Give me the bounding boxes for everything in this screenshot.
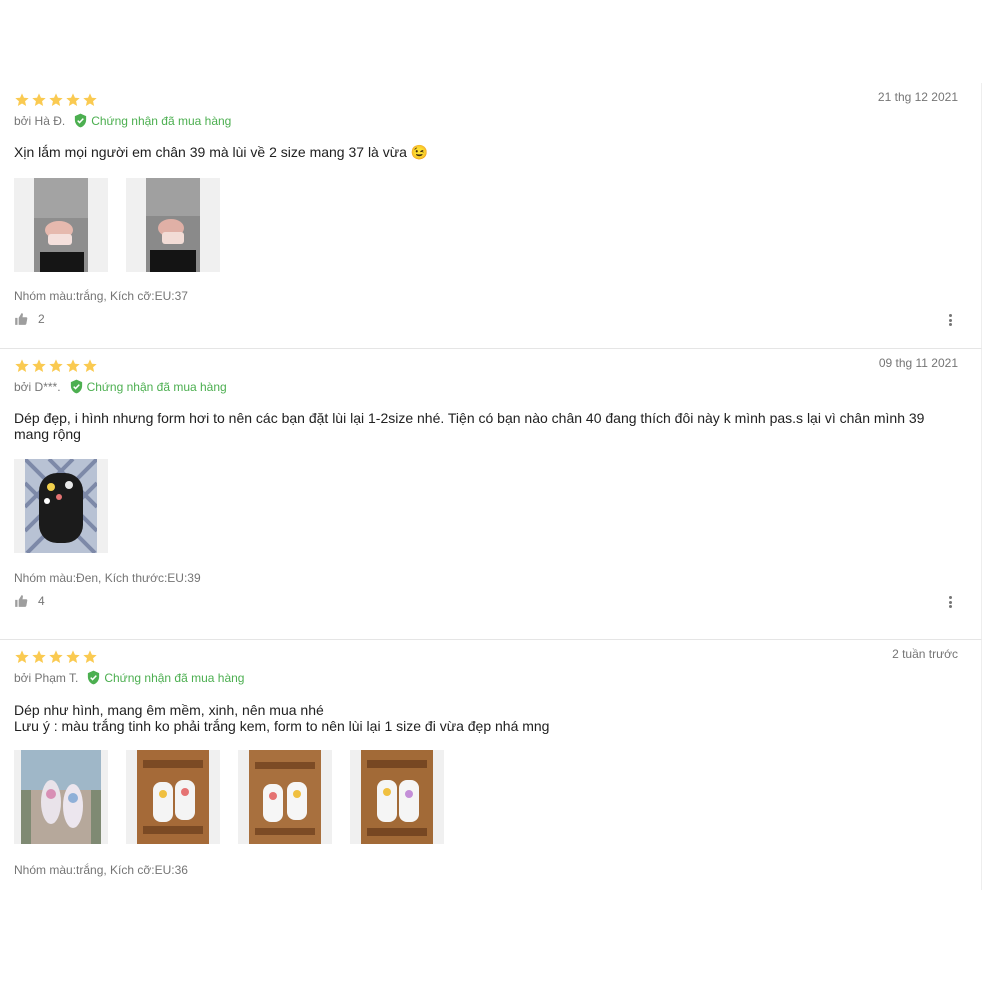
review-content: Dép đẹp, i hình nhưng form hơi to nên cá… — [14, 410, 925, 442]
star-icon — [65, 92, 81, 108]
review-photos — [14, 178, 220, 272]
review-content-line: Lưu ý : màu trắng tinh ko phải trắng kem… — [14, 718, 550, 734]
sku-info: Nhóm màu:Đen, Kích thước:EU:39 — [14, 571, 201, 585]
verified-badge: Chứng nhận đã mua hàng — [69, 379, 227, 394]
thumbs-up-icon — [15, 313, 28, 325]
verified-label: Chứng nhận đã mua hàng — [104, 670, 245, 685]
star-icon — [82, 358, 98, 374]
photo-pink-sandal-1 — [34, 178, 88, 272]
verified-shield-icon — [75, 113, 87, 128]
rating-stars — [14, 92, 98, 108]
star-icon — [65, 358, 81, 374]
review-date: 09 thg 11 2021 — [878, 356, 958, 370]
review-item: 2 tuần trước bởi Phạm T. Chứng nhận đã m… — [0, 640, 982, 890]
verified-badge: Chứng nhận đã mua hàng — [73, 113, 231, 128]
like-button[interactable]: 4 — [14, 594, 45, 608]
review-date: 2 tuần trước — [892, 647, 958, 661]
review-content: Dép như hình, mang êm mềm, xinh, nên mua… — [14, 702, 931, 734]
star-icon — [82, 649, 98, 665]
star-icon — [82, 92, 98, 108]
author-row: bởi Phạm T. Chứng nhận đã mua hàng — [14, 670, 244, 685]
review-photo[interactable] — [14, 750, 108, 844]
more-options-icon[interactable] — [945, 594, 955, 610]
star-icon — [14, 649, 30, 665]
author-row: bởi Hà Đ. Chứng nhận đã mua hàng — [14, 113, 231, 128]
review-photo[interactable] — [14, 459, 108, 553]
review-photo[interactable] — [238, 750, 332, 844]
star-icon — [48, 92, 64, 108]
review-date: 21 thg 12 2021 — [877, 90, 958, 104]
sku-info: Nhóm màu:trắng, Kích cỡ:EU:37 — [14, 289, 188, 303]
star-icon — [14, 358, 30, 374]
like-count: 2 — [38, 312, 45, 326]
review-list: 21 thg 12 2021 bởi Hà Đ. Chứng nhận đã m… — [0, 83, 982, 890]
verified-label: Chứng nhận đã mua hàng — [91, 113, 232, 128]
verified-shield-icon — [70, 379, 82, 394]
like-count: 4 — [38, 594, 45, 608]
review-content: Xịn lắm mọi người em chân 39 mà lùi về 2… — [14, 144, 429, 160]
verified-badge: Chứng nhận đã mua hàng — [86, 670, 244, 685]
star-icon — [31, 649, 47, 665]
sku-info: Nhóm màu:trắng, Kích cỡ:EU:36 — [14, 863, 188, 877]
verified-label: Chứng nhận đã mua hàng — [86, 379, 227, 394]
more-options-icon[interactable] — [945, 312, 955, 328]
review-photo[interactable] — [126, 750, 220, 844]
author-name: bởi Hà Đ. — [14, 113, 66, 128]
thumbs-up-icon — [15, 595, 28, 607]
photo-white-sandal-chair-1 — [137, 750, 209, 844]
star-icon — [31, 358, 47, 374]
photo-pink-sandal-2 — [146, 178, 200, 272]
photo-white-sandal-chair-2 — [249, 750, 321, 844]
like-button[interactable]: 2 — [14, 312, 45, 326]
review-photo[interactable] — [126, 178, 220, 272]
review-item: 21 thg 12 2021 bởi Hà Đ. Chứng nhận đã m… — [0, 83, 982, 349]
review-photo[interactable] — [14, 178, 108, 272]
review-content-line: Dép như hình, mang êm mềm, xinh, nên mua… — [14, 702, 324, 718]
star-icon — [14, 92, 30, 108]
review-item: 09 thg 11 2021 bởi D***. Chứng nhận đã m… — [0, 349, 982, 640]
author-name: bởi D***. — [14, 379, 61, 394]
photo-white-sandal-worn — [21, 750, 101, 844]
review-photo[interactable] — [350, 750, 444, 844]
star-icon — [48, 649, 64, 665]
photo-black-sandal — [25, 459, 97, 553]
rating-stars — [14, 358, 98, 374]
review-photos — [14, 459, 108, 553]
photo-white-sandal-chair-3 — [361, 750, 433, 844]
star-icon — [48, 358, 64, 374]
review-photos — [14, 750, 444, 844]
verified-shield-icon — [88, 670, 100, 685]
star-icon — [65, 649, 81, 665]
star-icon — [31, 92, 47, 108]
rating-stars — [14, 649, 98, 665]
author-name: bởi Phạm T. — [14, 670, 79, 685]
author-row: bởi D***. Chứng nhận đã mua hàng — [14, 379, 227, 394]
